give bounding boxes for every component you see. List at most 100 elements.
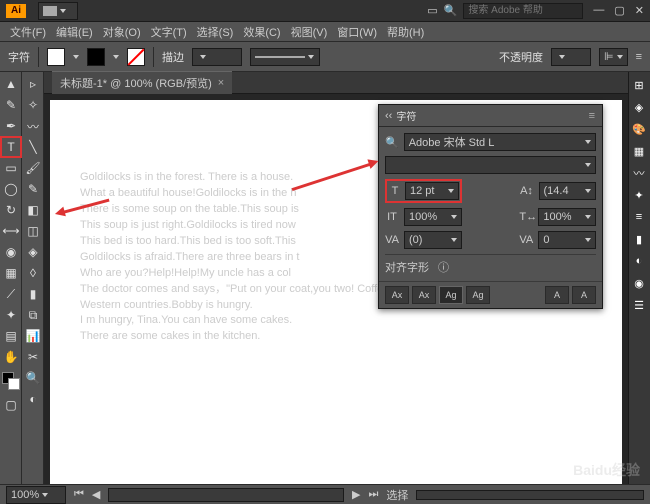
panel-title[interactable]: 字符 [396, 108, 416, 123]
glyph-align-label: 对齐字形 [385, 259, 429, 275]
tool-perspective[interactable]: ◊ [23, 263, 43, 283]
chevron-left-icon[interactable]: ‹‹ [385, 110, 392, 122]
align-btn-3[interactable]: Ag [439, 286, 463, 304]
tool-direct-select[interactable]: ▹ [23, 74, 43, 94]
tool-rotate[interactable]: ↻ [1, 200, 21, 220]
draw-mode[interactable]: ◐ [23, 389, 43, 409]
help-search-input[interactable] [463, 3, 583, 19]
align-btn-1[interactable]: Ax [385, 286, 409, 304]
maximize-button[interactable]: ▢ [614, 4, 624, 17]
dock-appearance-icon[interactable]: ◉ [630, 274, 648, 292]
minimize-button[interactable]: — [593, 4, 604, 17]
char-panel-link[interactable]: 字符 [8, 49, 30, 65]
vscale-icon: IT [385, 211, 399, 223]
font-size-input[interactable]: 12 pt [405, 182, 459, 200]
screen-mode[interactable]: ▢ [1, 395, 21, 415]
menu-edit[interactable]: 编辑(E) [52, 22, 97, 42]
watermark: Baidu经验 [573, 460, 640, 480]
tool-ellipse[interactable]: ◯ [1, 179, 21, 199]
tool-slice[interactable]: ✂ [23, 347, 43, 367]
menu-select[interactable]: 选择(S) [193, 22, 238, 42]
dock-layers-icon[interactable]: ☰ [630, 296, 648, 314]
nav-next-icon[interactable]: ▶ [352, 488, 360, 501]
dock-libraries-icon[interactable]: ◈ [630, 98, 648, 116]
menu-window[interactable]: 窗口(W) [333, 22, 381, 42]
menu-effect[interactable]: 效果(C) [239, 22, 284, 42]
close-button[interactable]: ✕ [635, 4, 644, 17]
dock-transparency-icon[interactable]: ◐ [630, 252, 648, 270]
tool-zoom[interactable]: 🔍 [23, 368, 43, 388]
workspace-switcher[interactable] [38, 2, 78, 20]
artboard-nav[interactable] [108, 488, 344, 502]
horizontal-scrollbar[interactable] [416, 490, 644, 500]
tool-line[interactable]: ╲ [23, 137, 43, 157]
hscale-input[interactable]: 100% [538, 208, 596, 226]
tool-mesh[interactable]: ▦ [1, 263, 21, 283]
dock-swatches-icon[interactable]: ▦ [630, 142, 648, 160]
tool-eraser[interactable]: ◧ [23, 200, 43, 220]
document-tab[interactable]: 未标题-1* @ 100% (RGB/预览) × [52, 71, 232, 94]
align-btn-6[interactable]: A [572, 286, 596, 304]
tracking-icon: VA [519, 234, 533, 246]
tool-artboard[interactable]: ▤ [1, 326, 21, 346]
vscale-input[interactable]: 100% [404, 208, 462, 226]
dock-symbols-icon[interactable]: ✦ [630, 186, 648, 204]
align-btn-2[interactable]: Ax [412, 286, 436, 304]
tool-brush[interactable]: 🖌 [23, 158, 43, 178]
tool-pen[interactable]: ✒ [1, 116, 21, 136]
info-icon[interactable]: ⓘ [438, 259, 449, 275]
menu-object[interactable]: 对象(O) [99, 22, 145, 42]
dock-stroke-icon[interactable]: ≡ [630, 208, 648, 226]
dock-gradient-icon[interactable]: ▮ [630, 230, 648, 248]
menu-file[interactable]: 文件(F) [6, 22, 50, 42]
panel-menu-icon[interactable]: ≡ [636, 51, 642, 63]
tool-hand[interactable]: ✋ [1, 347, 21, 367]
kerning-input[interactable]: (0) [404, 231, 462, 249]
stroke-weight-input[interactable] [192, 48, 242, 66]
tracking-input[interactable]: 0 [538, 231, 596, 249]
tool-curvature[interactable]: 〰 [23, 116, 43, 136]
no-fill-icon[interactable] [127, 48, 145, 66]
align-btn-5[interactable]: A [545, 286, 569, 304]
tool-gradient[interactable]: ▮ [23, 284, 43, 304]
menu-view[interactable]: 视图(V) [287, 22, 332, 42]
nav-prev-icon[interactable]: ◀ [92, 488, 100, 501]
tool-magic-wand[interactable]: ✧ [23, 95, 43, 115]
leading-input[interactable]: (14.4 [539, 182, 597, 200]
stroke-swatch[interactable] [87, 48, 105, 66]
tool-lasso[interactable]: ✎ [1, 95, 21, 115]
font-family-input[interactable]: Adobe 宋体 Std L [404, 133, 596, 151]
tool-blend[interactable]: ⧉ [23, 305, 43, 325]
tool-free-transform[interactable]: ◈ [23, 242, 43, 262]
dock-brushes-icon[interactable]: 〰 [630, 164, 648, 182]
tool-shapebuilder[interactable]: ◉ [1, 242, 21, 262]
glyph-align-buttons: Ax Ax Ag Ag A A [379, 281, 602, 308]
tool-selection[interactable]: ▲ [1, 74, 21, 94]
tool-graph[interactable]: 📊 [23, 326, 43, 346]
tool-type[interactable]: T [1, 137, 21, 157]
tool-rectangle[interactable]: ▭ [1, 158, 21, 178]
menu-help[interactable]: 帮助(H) [383, 22, 428, 42]
tool-eyedropper[interactable]: ⟋ [1, 284, 21, 304]
font-style-input[interactable] [385, 156, 596, 174]
text-line[interactable]: I m hungry, Tina.You can have some cakes… [80, 313, 592, 329]
opacity-input[interactable] [551, 48, 591, 66]
menu-type[interactable]: 文字(T) [147, 22, 191, 42]
text-line[interactable]: There are some cakes in the kitchen. [80, 329, 592, 345]
tool-width[interactable]: ⟷ [1, 221, 21, 241]
nav-first-icon[interactable]: ⏮ [74, 488, 84, 501]
panel-menu-icon[interactable]: ≡ [589, 110, 596, 122]
align-dropdown[interactable]: ⊫ [599, 48, 628, 66]
tab-close-icon[interactable]: × [218, 77, 224, 89]
tool-scale[interactable]: ◫ [23, 221, 43, 241]
align-btn-4[interactable]: Ag [466, 286, 490, 304]
tool-pencil[interactable]: ✎ [23, 179, 43, 199]
tool-symbol[interactable]: ✦ [1, 305, 21, 325]
fill-swatch[interactable] [47, 48, 65, 66]
dock-properties-icon[interactable]: ⊞ [630, 76, 648, 94]
fill-stroke-swatch[interactable] [2, 372, 20, 390]
dock-color-icon[interactable]: 🎨 [630, 120, 648, 138]
zoom-level[interactable]: 100% [6, 486, 66, 504]
brush-def-dropdown[interactable] [250, 48, 320, 66]
nav-last-icon[interactable]: ⏭ [368, 488, 378, 501]
